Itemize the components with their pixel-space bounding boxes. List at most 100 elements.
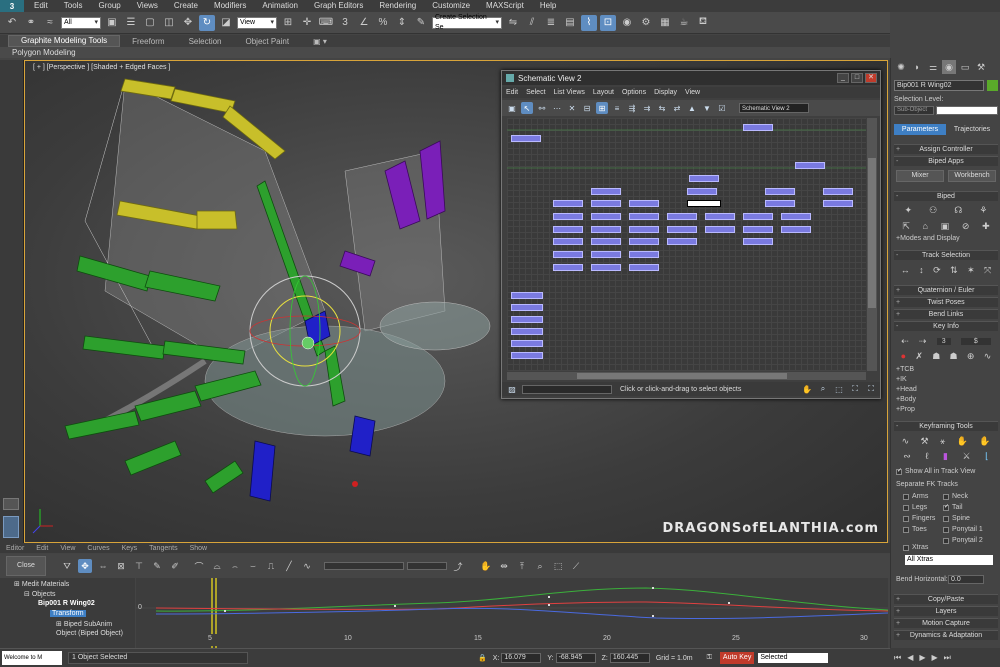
schematic-title-bar[interactable]: Schematic View 2 _ □ ✕	[502, 71, 880, 85]
opposite-icon[interactable]: ⤧	[984, 265, 991, 276]
show-all-trackview-checkbox[interactable]: Show All in Track View	[896, 468, 975, 475]
app-logo-icon[interactable]: 3	[0, 0, 24, 12]
unlink-icon[interactable]: ≈	[42, 15, 58, 31]
tangent-smooth-icon[interactable]: ∿	[300, 559, 314, 573]
unlink-selected-icon[interactable]: ⋯	[551, 102, 563, 114]
set-multiple-keys-icon[interactable]: ∾	[903, 451, 911, 462]
set-parents-icon[interactable]: ▮	[943, 451, 948, 462]
tab-selection[interactable]: Selection	[177, 37, 234, 46]
tree-object-biped[interactable]: Object (Biped Object)	[56, 630, 123, 637]
schematic-node[interactable]	[743, 226, 773, 233]
schematic-node[interactable]	[765, 200, 795, 207]
xtras-checkbox[interactable]: Xtras	[903, 544, 928, 551]
prev-frame-icon[interactable]: ◀	[907, 653, 913, 662]
ribbon-toggle-icon[interactable]: ▤	[562, 15, 578, 31]
schematic-node[interactable]	[629, 238, 659, 245]
schematic-node[interactable]	[629, 264, 659, 271]
isolate-curve-icon[interactable]: ⟋	[569, 559, 583, 573]
schematic-node[interactable]	[553, 264, 583, 271]
schem-menu-display[interactable]: Display	[650, 89, 681, 96]
schematic-node[interactable]	[705, 226, 735, 233]
scale-icon[interactable]: ◪	[218, 15, 234, 31]
select-by-name-icon[interactable]: ☰	[123, 15, 139, 31]
time-field[interactable]: $	[960, 337, 991, 345]
set-key-icon-status[interactable]: ⚿	[707, 654, 712, 662]
filters-icon[interactable]: ⛛	[60, 559, 74, 573]
display-tab-icon[interactable]: ▭	[958, 60, 972, 74]
trajectories-tab[interactable]: Trajectories	[946, 124, 998, 135]
tab-object-paint[interactable]: Object Paint	[234, 37, 302, 46]
schematic-node[interactable]	[511, 135, 541, 142]
schematic-node[interactable]	[591, 213, 621, 220]
tree-biped-subanim[interactable]: ⊞ Biped SubAnim	[56, 620, 112, 628]
schematic-node[interactable]	[553, 200, 583, 207]
reference-coord-dropdown[interactable]: View	[237, 16, 277, 29]
spinner-snap-icon[interactable]: ⇕	[394, 15, 410, 31]
anchor-icon[interactable]: ✋	[957, 436, 968, 447]
move-keys-icon[interactable]: ✥	[78, 559, 92, 573]
angle-snap-icon[interactable]: ∠	[356, 15, 372, 31]
paste-posture-icon[interactable]: ☗	[950, 351, 958, 362]
schematic-node[interactable]	[591, 188, 621, 195]
tab-graphite-modeling[interactable]: Graphite Modeling Tools	[8, 35, 121, 47]
load-motion-icon[interactable]: ▣	[941, 221, 950, 232]
toes-checkbox[interactable]: Toes	[903, 526, 927, 533]
sub-object-dropdown[interactable]	[936, 106, 998, 115]
rollout-motion-capture[interactable]: Motion Capture	[894, 618, 998, 629]
lock-selection-icon[interactable]: 🔒	[478, 654, 487, 662]
rollout-biped-apps[interactable]: Biped Apps	[894, 156, 998, 167]
schematic-node[interactable]	[553, 213, 583, 220]
figure-mode-icon[interactable]: ✦	[905, 205, 913, 216]
schematic-status-icon[interactable]: ▨	[506, 383, 518, 395]
workbench-button[interactable]: Workbench	[948, 170, 996, 182]
schematic-node[interactable]	[667, 213, 697, 220]
close-curve-editor-button[interactable]: Close	[6, 556, 46, 576]
load-file-icon[interactable]: ⇱	[902, 221, 910, 232]
object-color-swatch[interactable]	[987, 80, 998, 91]
mixer-mode-icon[interactable]: ⚘	[979, 205, 987, 216]
schematic-node[interactable]	[629, 213, 659, 220]
viewport-side-button-2[interactable]	[3, 516, 19, 538]
rollout-twist-poses[interactable]: Twist Poses	[894, 297, 998, 308]
rollout-key-info[interactable]: Key Info	[894, 321, 998, 332]
menu-graph-editors[interactable]: Graph Editors	[306, 0, 371, 12]
schematic-node[interactable]	[687, 188, 717, 195]
menu-group[interactable]: Group	[90, 0, 128, 12]
head-item[interactable]: +Head	[896, 386, 917, 393]
ce-menu-show[interactable]: Show	[184, 545, 214, 552]
rollout-track-selection[interactable]: Track Selection	[894, 250, 998, 261]
tangent-custom-icon[interactable]: ⌓	[210, 559, 224, 573]
schematic-node[interactable]	[591, 264, 621, 271]
ce-menu-view[interactable]: View	[54, 545, 81, 552]
y-coord-field[interactable]: -68.945	[555, 653, 596, 663]
schematic-node[interactable]	[591, 251, 621, 258]
slide-keys-icon[interactable]: ⇔	[96, 559, 110, 573]
align-icon[interactable]: ⫽	[524, 15, 540, 31]
scroll-thumb[interactable]	[868, 158, 876, 308]
always-arrange-icon[interactable]: ≡	[611, 102, 623, 114]
zoom-extents-icon[interactable]: ⛶	[849, 383, 861, 395]
menu-views[interactable]: Views	[129, 0, 166, 12]
add-keys-icon[interactable]: ✎	[150, 559, 164, 573]
bend-horizontal-field[interactable]: 0.0	[948, 575, 984, 584]
tab-freeform[interactable]: Freeform	[120, 37, 176, 46]
rollout-keyframing-tools[interactable]: Keyframing Tools	[894, 421, 998, 432]
schem-menu-select[interactable]: Select	[522, 89, 549, 96]
rendered-frame-icon[interactable]: ▦	[657, 15, 673, 31]
value-field[interactable]	[407, 562, 447, 570]
schematic-node[interactable]	[743, 124, 773, 131]
render-teapot-icon[interactable]: ⛾	[695, 15, 711, 31]
body-rotation-icon[interactable]: ⟳	[933, 265, 941, 276]
schematic-vertical-scrollbar[interactable]	[867, 118, 877, 371]
schematic-node[interactable]	[743, 238, 773, 245]
menu-create[interactable]: Create	[166, 0, 206, 12]
key-number-field[interactable]: 3	[936, 337, 951, 345]
schematic-node-selected[interactable]	[687, 200, 721, 207]
key-filter-dropdown[interactable]: Selected	[758, 653, 829, 663]
ribbon-options-icon[interactable]: ▣ ▾	[301, 37, 339, 46]
next-key-icon[interactable]: ⇢	[919, 336, 927, 347]
schematic-search-field[interactable]	[522, 384, 612, 394]
schematic-node[interactable]	[667, 238, 697, 245]
schematic-node[interactable]	[823, 200, 853, 207]
connect-icon[interactable]: ⚯	[536, 102, 548, 114]
